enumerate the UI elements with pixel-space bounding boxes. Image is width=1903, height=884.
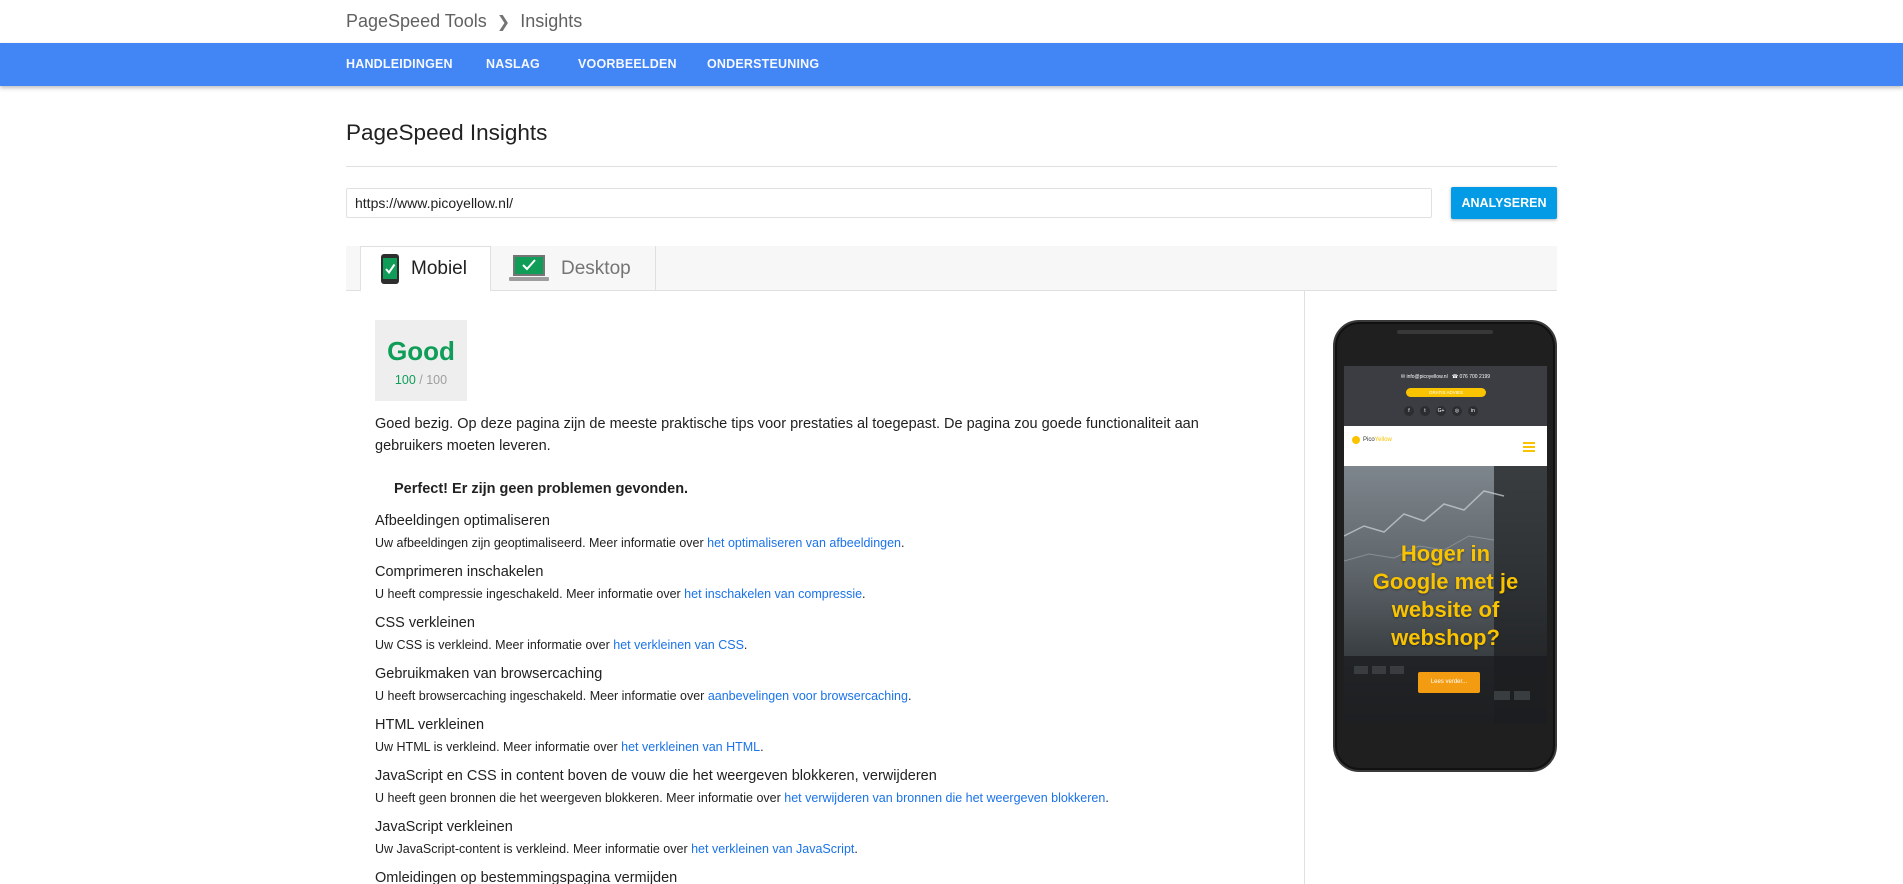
instagram-icon: ◎: [1452, 406, 1462, 416]
rule-link[interactable]: het inschakelen van compressie: [684, 587, 862, 601]
twitter-icon: t: [1420, 406, 1430, 416]
rule-title: Omleidingen op bestemmingspagina vermijd…: [375, 870, 678, 884]
tab-desktop[interactable]: Desktop: [491, 246, 656, 291]
logo-icon: [1352, 436, 1360, 444]
rule-link[interactable]: het optimaliseren van afbeeldingen: [707, 536, 901, 550]
tab-mobile-label: Mobiel: [411, 257, 467, 279]
rule-title: HTML verkleinen: [375, 717, 485, 733]
rule-link[interactable]: het verkleinen van HTML: [621, 740, 760, 754]
rule-title: Afbeeldingen optimaliseren: [375, 513, 550, 529]
linkedin-icon: in: [1468, 406, 1478, 416]
mobile-check-icon: [381, 253, 399, 284]
rule-title: JavaScript en CSS in content boven de vo…: [375, 768, 937, 784]
breadcrumb-root-link[interactable]: PageSpeed Tools: [346, 11, 487, 32]
rule-link[interactable]: het verkleinen van CSS: [613, 638, 744, 652]
rule-description: Uw JavaScript-content is verkleind. Meer…: [375, 842, 858, 856]
mobile-preview: ✉ info@picoyellow.nl ☎ 076 700 2199 GRAT…: [1333, 320, 1557, 772]
preview-advice-pill: GRATIS ADVIES: [1406, 388, 1486, 397]
nav-item-ondersteuning[interactable]: ONDERSTEUNING: [707, 57, 819, 71]
nav-item-handleidingen[interactable]: HANDLEIDINGEN: [346, 57, 453, 71]
nav-bar: HANDLEIDINGEN NASLAG VOORBEELDEN ONDERST…: [0, 43, 1903, 86]
preview-site-header: Pico Yellow: [1344, 426, 1547, 466]
divider: [1304, 291, 1305, 884]
list-item: Afbeeldingen optimaliseren Uw afbeelding…: [375, 512, 1275, 563]
list-item: JavaScript en CSS in content boven de vo…: [375, 767, 1275, 818]
list-item: JavaScript verkleinen Uw JavaScript-cont…: [375, 818, 1275, 869]
phone-icon: ☎: [1451, 374, 1459, 380]
rule-description: Uw afbeeldingen zijn geoptimaliseerd. Me…: [375, 536, 905, 550]
google-plus-icon: G+: [1436, 406, 1446, 416]
rule-link[interactable]: aanbevelingen voor browsercaching: [708, 689, 908, 703]
rule-link[interactable]: het verwijderen van bronnen die het weer…: [784, 791, 1105, 805]
device-tabs: Mobiel Desktop: [346, 246, 1557, 292]
preview-screen: ✉ info@picoyellow.nl ☎ 076 700 2199 GRAT…: [1344, 366, 1547, 724]
score-label: Good: [387, 336, 455, 366]
preview-social-icons: f t G+ ◎ in: [1404, 406, 1478, 416]
facebook-icon: f: [1404, 406, 1414, 416]
preview-contact: ✉ info@picoyellow.nl ☎ 076 700 2199: [1400, 374, 1491, 380]
rule-title: Gebruikmaken van browsercaching: [375, 666, 603, 682]
preview-read-more-button: Lees verder...: [1418, 672, 1480, 693]
analyse-button[interactable]: ANALYSEREN: [1451, 187, 1557, 219]
preview-hero: Hoger in Google met je website of websho…: [1344, 466, 1547, 724]
nav-item-naslag[interactable]: NASLAG: [486, 57, 540, 71]
rule-title: Comprimeren inschakelen: [375, 564, 544, 580]
rule-description: Uw HTML is verkleind. Meer informatie ov…: [375, 740, 764, 754]
perfect-heading: Perfect! Er zijn geen problemen gevonden…: [394, 481, 689, 497]
rule-list: Afbeeldingen optimaliseren Uw afbeelding…: [375, 512, 1275, 884]
list-item: Omleidingen op bestemmingspagina vermijd…: [375, 869, 1275, 884]
divider: [346, 166, 1557, 167]
rule-title: CSS verkleinen: [375, 615, 475, 631]
nav-item-voorbeelden[interactable]: VOORBEELDEN: [578, 57, 677, 71]
preview-hero-heading: Hoger in Google met je website of websho…: [1372, 541, 1519, 650]
rule-link[interactable]: het verkleinen van JavaScript: [691, 842, 854, 856]
list-item: Gebruikmaken van browsercaching U heeft …: [375, 665, 1275, 716]
rule-title: JavaScript verkleinen: [375, 819, 513, 835]
desktop-check-icon: [509, 254, 549, 283]
preview-logo: Pico Yellow: [1352, 436, 1392, 444]
phone-speaker: [1397, 330, 1493, 334]
mail-icon: ✉: [1400, 374, 1406, 380]
summary-text: Goed bezig. Op deze pagina zijn de meest…: [375, 416, 1199, 454]
score-badge: Good 100 / 100: [375, 320, 467, 401]
breadcrumb: PageSpeed Tools ❯ Insights: [346, 11, 582, 32]
list-item: CSS verkleinen Uw CSS is verkleind. Meer…: [375, 614, 1275, 665]
rule-description: U heeft geen bronnen die het weergeven b…: [375, 791, 1109, 805]
preview-site-topbar: ✉ info@picoyellow.nl ☎ 076 700 2199 GRAT…: [1344, 366, 1547, 426]
breadcrumb-current: Insights: [520, 11, 583, 31]
list-item: Comprimeren inschakelen U heeft compress…: [375, 563, 1275, 614]
tab-mobile[interactable]: Mobiel: [360, 246, 491, 292]
top-bar: PageSpeed Tools ❯ Insights: [0, 0, 1903, 43]
score-value: 100 / 100: [394, 373, 448, 387]
rule-description: U heeft compressie ingeschakeld. Meer in…: [375, 587, 866, 601]
page-title: PageSpeed Insights: [346, 120, 548, 145]
hamburger-menu-icon: [1523, 442, 1535, 454]
chevron-right-icon: ❯: [496, 13, 511, 31]
tab-desktop-label: Desktop: [561, 257, 631, 279]
rule-description: U heeft browsercaching ingeschakeld. Mee…: [375, 689, 912, 703]
rule-description: Uw CSS is verkleind. Meer informatie ove…: [375, 638, 748, 652]
url-input[interactable]: [346, 188, 1432, 218]
list-item: HTML verkleinen Uw HTML is verkleind. Me…: [375, 716, 1275, 767]
